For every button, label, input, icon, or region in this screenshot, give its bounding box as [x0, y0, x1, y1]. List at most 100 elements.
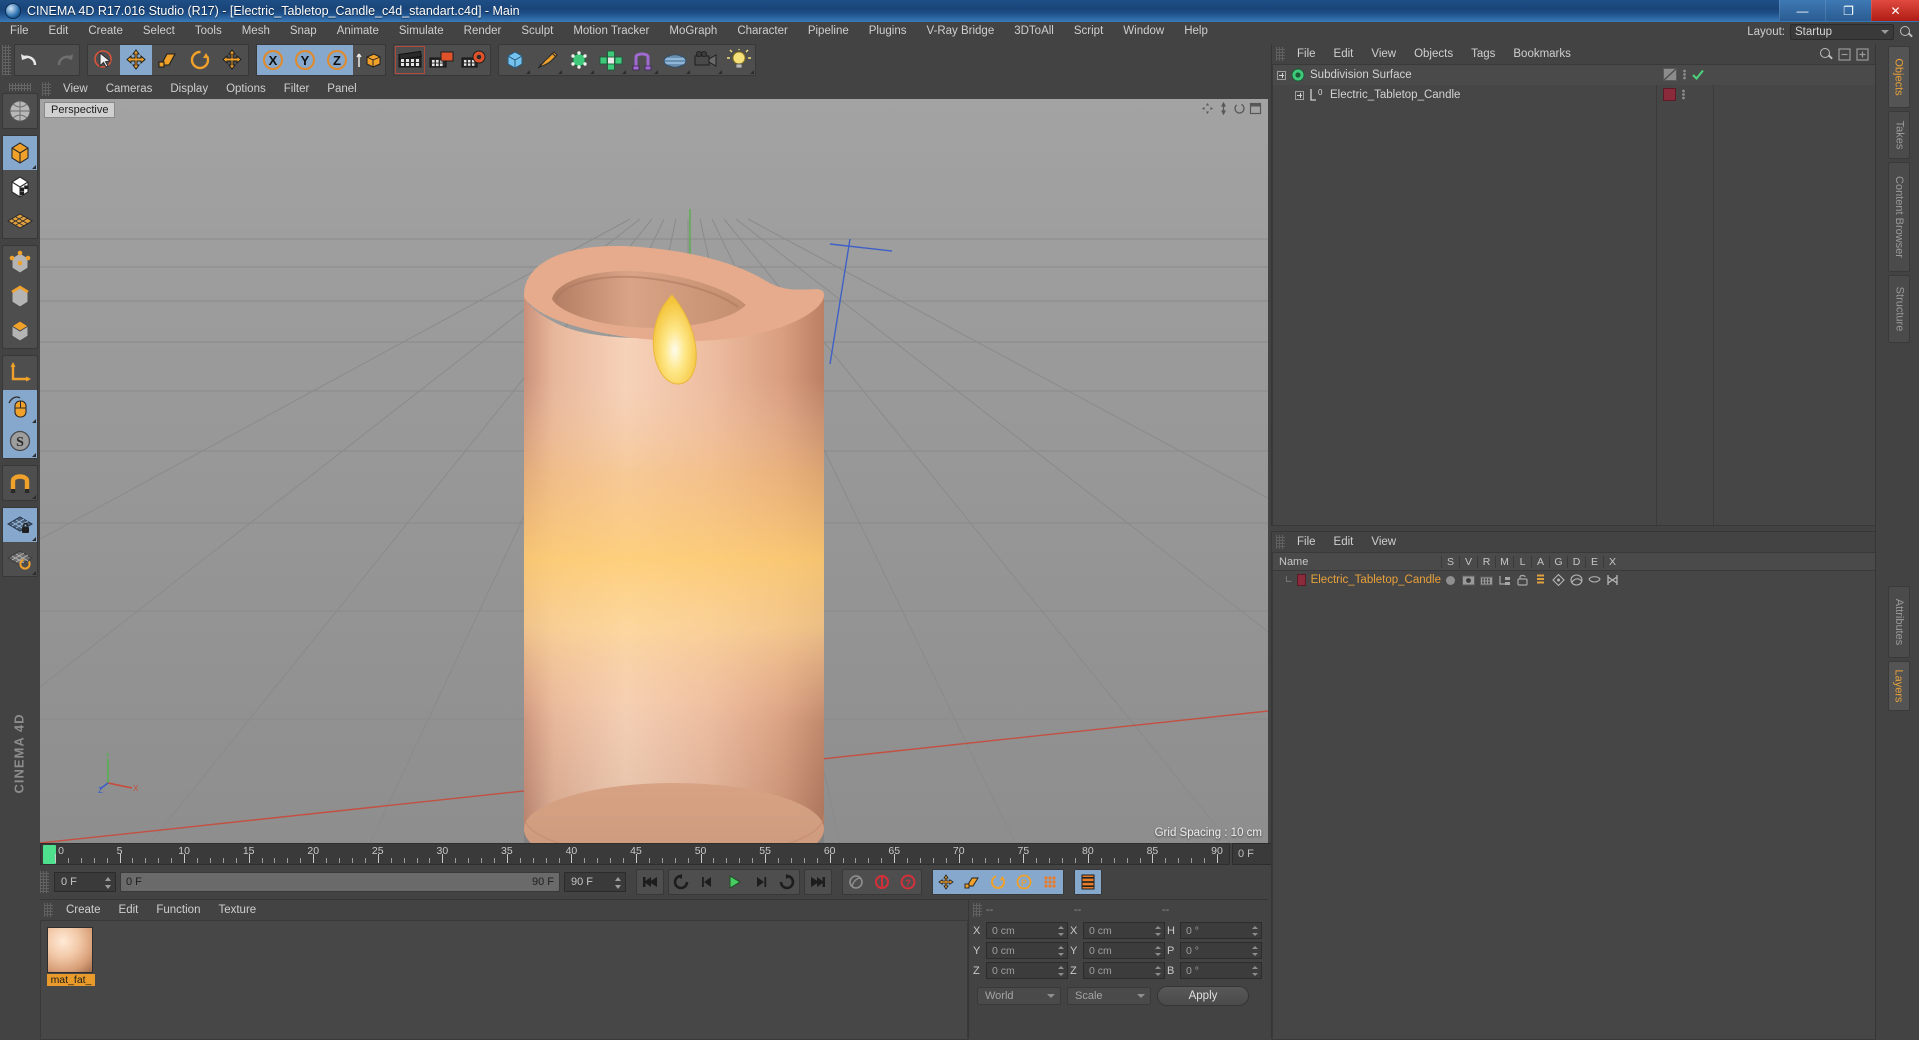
coordinate-system-dropdown[interactable]: World: [977, 987, 1061, 1005]
tab-attributes[interactable]: Attributes: [1888, 586, 1910, 658]
maximize-button[interactable]: ❐: [1825, 0, 1871, 21]
spinner-icon[interactable]: [615, 876, 622, 890]
viewport-menu-panel[interactable]: Panel: [318, 79, 365, 99]
step-forward-button[interactable]: [747, 870, 773, 894]
viewport-3d[interactable]: Perspective Y X Z Grid Spacing: 10 cm: [40, 99, 1268, 843]
add-camera-button[interactable]: [691, 45, 723, 75]
menu-sculpt[interactable]: Sculpt: [511, 22, 563, 41]
step-back-button[interactable]: [695, 870, 721, 894]
rotation-key-button[interactable]: [985, 870, 1011, 894]
menu-3dtoall[interactable]: 3DToAll: [1004, 22, 1064, 41]
spinner-icon[interactable]: [1058, 965, 1065, 977]
spinner-icon[interactable]: [1252, 925, 1259, 937]
model-mode-button[interactable]: [3, 136, 37, 170]
position-key-button[interactable]: [933, 870, 959, 894]
menu-tools[interactable]: Tools: [185, 22, 232, 41]
expression-icon[interactable]: [1585, 575, 1603, 586]
menu-animate[interactable]: Animate: [327, 22, 389, 41]
current-frame-input[interactable]: 0 F: [54, 872, 116, 892]
coord-input-rot-p[interactable]: 0 °: [1180, 942, 1262, 959]
menu-plugins[interactable]: Plugins: [859, 22, 917, 41]
object-tree[interactable]: Subdivision Surface 0 Electric_Tabletop_…: [1272, 64, 1876, 527]
grid-lock-icon[interactable]: [3, 508, 37, 542]
s-circle-icon[interactable]: S: [3, 424, 37, 458]
spinner-icon[interactable]: [1155, 965, 1162, 977]
redo-button[interactable]: [47, 45, 79, 75]
coord-input-size-x[interactable]: 0 cm: [1083, 922, 1165, 939]
layer-menu-file[interactable]: File: [1288, 532, 1325, 552]
add-generator-button[interactable]: [563, 45, 595, 75]
pla-dots-icon[interactable]: [1037, 870, 1063, 894]
collapse-panel-icon[interactable]: [1838, 47, 1851, 61]
spinner-icon[interactable]: [1155, 945, 1162, 957]
go-to-previous-key-button[interactable]: [669, 870, 695, 894]
menu-mograph[interactable]: MoGraph: [659, 22, 727, 41]
tab-content-browser[interactable]: Content Browser: [1888, 162, 1910, 272]
layer-row[interactable]: Electric_Tabletop_Candle: [1273, 571, 1875, 589]
expand-toggle-icon[interactable]: [1277, 70, 1286, 80]
layer-manager-grip[interactable]: [1276, 535, 1285, 549]
menu-edit[interactable]: Edit: [39, 22, 79, 41]
add-spline-button[interactable]: [531, 45, 563, 75]
go-to-start-button[interactable]: [637, 870, 663, 894]
menu-file[interactable]: File: [0, 22, 39, 41]
edges-mode-button[interactable]: [3, 280, 37, 314]
magnet-snap-icon[interactable]: [3, 466, 37, 500]
left-toolbar-grip[interactable]: [9, 83, 31, 91]
menu-window[interactable]: Window: [1113, 22, 1174, 41]
viewport-menu-filter[interactable]: Filter: [275, 79, 319, 99]
material-menu-function[interactable]: Function: [147, 900, 209, 920]
spinner-icon[interactable]: [1252, 965, 1259, 977]
object-menu-objects[interactable]: Objects: [1405, 44, 1462, 64]
material-tag-icon[interactable]: [1663, 88, 1676, 101]
autokey-button[interactable]: [843, 870, 869, 894]
material-item[interactable]: mat_fat_: [47, 927, 95, 986]
rotate-tool-button[interactable]: [184, 45, 216, 75]
visibility-dots-icon[interactable]: [1682, 68, 1687, 81]
coord-input-size-y[interactable]: 0 cm: [1083, 942, 1165, 959]
render-to-picture-viewer-button[interactable]: [426, 45, 458, 75]
solo-dot-icon[interactable]: [1441, 575, 1459, 586]
object-menu-file[interactable]: File: [1288, 44, 1325, 64]
pan-view-icon[interactable]: [1201, 102, 1214, 115]
spinner-icon[interactable]: [105, 876, 112, 890]
undo-button[interactable]: [15, 45, 47, 75]
layer-menu-edit[interactable]: Edit: [1325, 532, 1363, 552]
film-strip-icon[interactable]: [1075, 870, 1101, 894]
material-menu-create[interactable]: Create: [57, 900, 110, 920]
keyframe-selection-button[interactable]: ?: [895, 870, 921, 894]
viewport-menu-cameras[interactable]: Cameras: [97, 79, 162, 99]
layout-dropdown[interactable]: Startup: [1790, 23, 1894, 40]
lock-x-button[interactable]: X: [257, 45, 289, 75]
coord-input-rot-h[interactable]: 0 °: [1180, 922, 1262, 939]
layer-menu-view[interactable]: View: [1362, 532, 1405, 552]
timeline-grip[interactable]: [40, 871, 49, 893]
add-array-button[interactable]: [595, 45, 627, 75]
points-mode-button[interactable]: [3, 246, 37, 280]
rotate-view-icon[interactable]: [1233, 102, 1246, 115]
object-menu-edit[interactable]: Edit: [1325, 44, 1363, 64]
add-cube-button[interactable]: [499, 45, 531, 75]
menu-pipeline[interactable]: Pipeline: [798, 22, 859, 41]
deformer-icon[interactable]: [1567, 574, 1585, 586]
menu-create[interactable]: Create: [78, 22, 133, 41]
menu-simulate[interactable]: Simulate: [389, 22, 454, 41]
material-menu-grip[interactable]: [44, 903, 53, 917]
spinner-icon[interactable]: [1058, 945, 1065, 957]
zoom-view-icon[interactable]: [1217, 101, 1230, 116]
render-camera-icon[interactable]: [1477, 575, 1495, 586]
object-menu-tags[interactable]: Tags: [1462, 44, 1504, 64]
expand-toggle-icon[interactable]: [1295, 90, 1304, 100]
spinner-icon[interactable]: [1058, 925, 1065, 937]
tab-layers[interactable]: Layers: [1888, 661, 1910, 711]
go-to-next-key-button[interactable]: [773, 870, 799, 894]
lock-z-button[interactable]: Z: [321, 45, 353, 75]
scale-key-button[interactable]: [959, 870, 985, 894]
universal-tool-button[interactable]: [216, 45, 248, 75]
menu-character[interactable]: Character: [727, 22, 798, 41]
layer-list[interactable]: Name S V R M L A G D E X Electric_Tablet…: [1272, 552, 1876, 1040]
texture-mode-button[interactable]: [3, 170, 37, 204]
viewport-menu-display[interactable]: Display: [161, 79, 217, 99]
enable-axis-button[interactable]: [3, 356, 37, 390]
add-environment-button[interactable]: [659, 45, 691, 75]
